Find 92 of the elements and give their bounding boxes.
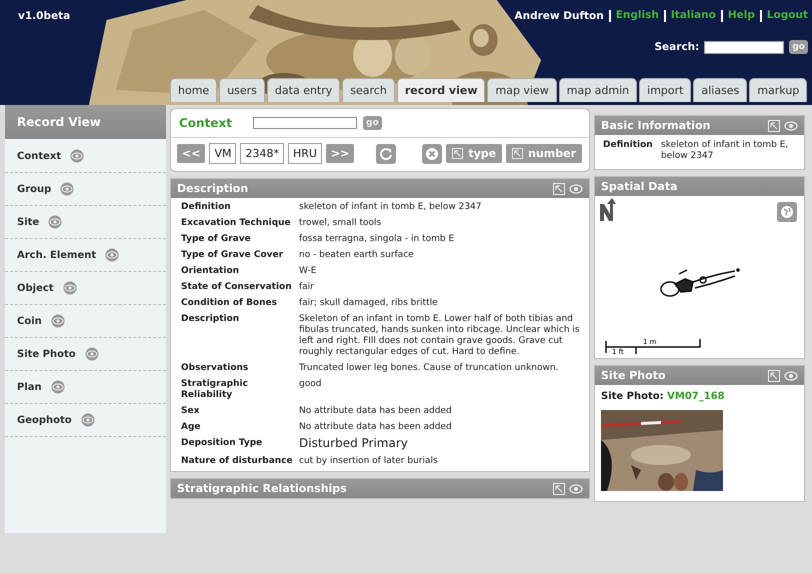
eye-icon[interactable]: [70, 149, 84, 163]
field-label: Condition of Bones: [181, 298, 278, 309]
code-field[interactable]: 2348*: [240, 143, 284, 164]
context-title: Context: [179, 116, 233, 130]
nav-tab[interactable]: map view: [487, 78, 557, 102]
nav-tab[interactable]: markup: [749, 78, 808, 102]
edit-icon[interactable]: [553, 482, 565, 494]
field-value: fossa terragna, singola - in tomb E: [299, 234, 456, 245]
eye-icon[interactable]: [60, 182, 74, 196]
sidebar-item[interactable]: Site: [17, 216, 40, 228]
edit-icon: [512, 148, 524, 159]
field-label: Deposition Type: [181, 438, 264, 450]
field-label: Definition: [181, 202, 232, 213]
eye-icon[interactable]: [784, 370, 798, 380]
nav-tab[interactable]: map admin: [558, 78, 638, 102]
field-value: cut by insertion of later burials: [299, 456, 439, 467]
header-link[interactable]: Italiano: [664, 10, 716, 22]
eye-icon[interactable]: [48, 215, 62, 229]
field-label: Description: [181, 314, 240, 326]
panel-title: Spatial Data: [601, 180, 678, 193]
panel-title: Stratigraphic Relationships: [177, 482, 347, 495]
field-label: Nature of disturbance: [181, 456, 293, 467]
search-label: Search:: [654, 41, 700, 53]
sidebar-item[interactable]: Context: [17, 150, 62, 162]
eye-icon[interactable]: [784, 120, 798, 130]
field-value: fair: [299, 282, 315, 293]
field-value: No attribute data has been added: [299, 422, 453, 433]
header-link[interactable]: Help: [720, 10, 755, 22]
panel-title: Description: [177, 182, 248, 195]
nav-tab[interactable]: aliases: [693, 78, 748, 102]
field-value: No attribute data has been added: [299, 406, 453, 417]
field-value: no - beaten earth surface: [299, 250, 415, 261]
header-link[interactable]: English: [608, 10, 659, 22]
field-value: Skeleton of an infant in tomb E. Lower half of both tibias and fibulas truncated, hands sunken into ribcage. Unclear which is left and right. FIll does not contain grave goods. Grave cut roughly rectangular edges of cut. Hard to define.: [299, 314, 581, 358]
eye-icon[interactable]: [80, 413, 95, 427]
user-name: Andrew Dufton: [514, 10, 604, 22]
field-label: Type of Grave Cover: [181, 250, 284, 261]
eye-icon[interactable]: [569, 484, 583, 494]
edit-icon[interactable]: [768, 370, 780, 382]
eye-icon[interactable]: [84, 347, 99, 361]
eye-icon[interactable]: [50, 380, 65, 394]
photo-label: Site Photo:: [601, 391, 664, 402]
sidebar-item[interactable]: Group: [17, 184, 52, 194]
refresh-icon[interactable]: [376, 144, 396, 164]
context-field[interactable]: [253, 117, 357, 129]
field-label: Definition: [603, 140, 654, 152]
nav-tab[interactable]: data entry: [266, 78, 340, 102]
eye-icon[interactable]: [50, 314, 65, 328]
sidebar-item[interactable]: Object: [17, 282, 54, 294]
field-value[interactable]: Disturbed Primary: [299, 436, 581, 451]
field-label: Excavation Technique: [181, 218, 292, 229]
field-label: Observations: [181, 363, 250, 374]
search-field[interactable]: [704, 40, 784, 54]
code-field[interactable]: HRU: [288, 143, 322, 164]
version-label: v1.0beta: [18, 10, 70, 22]
sidebar-item[interactable]: Geophoto: [17, 414, 72, 426]
sidebar-item[interactable]: Plan: [17, 382, 42, 392]
eye-icon[interactable]: [105, 248, 120, 262]
nav-tab[interactable]: home: [170, 78, 218, 102]
nav-tab[interactable]: search: [342, 78, 395, 102]
field-value: skeleton of infant in tomb E, below 2347: [661, 140, 790, 162]
field-label: Sex: [181, 406, 200, 417]
edit-icon[interactable]: [768, 120, 780, 132]
field-label: Type of Grave: [181, 234, 252, 245]
photo-link[interactable]: VM07_168: [667, 391, 725, 402]
field-value: trowel, small tools: [299, 218, 382, 229]
field-label: State of Conservation: [181, 282, 293, 293]
edit-icon: [452, 148, 464, 159]
field-value: fair; skull damaged, ribs brittle: [299, 298, 439, 309]
nav-tab[interactable]: record view: [396, 78, 486, 102]
panel-title: Basic Information: [601, 119, 710, 132]
edit-icon[interactable]: [553, 182, 565, 194]
nav-tab[interactable]: users: [219, 78, 265, 102]
field-value: W-E: [299, 266, 318, 277]
field-label: Age: [181, 422, 202, 433]
nav-tab[interactable]: import: [639, 78, 692, 102]
code-field[interactable]: VM: [209, 143, 236, 164]
eye-icon[interactable]: [569, 184, 583, 194]
field-value: Truncated lower leg bones. Cause of truncation unknown.: [299, 363, 560, 374]
north-arrow-icon: [600, 198, 616, 221]
sidebar-item[interactable]: Site Photo: [17, 348, 76, 360]
field-label: Orientation: [181, 266, 240, 277]
eye-icon[interactable]: [62, 281, 77, 295]
panel-title: Site Photo: [601, 369, 666, 382]
sidebar-item[interactable]: Coin: [17, 316, 42, 326]
header-link[interactable]: Logout: [760, 10, 808, 22]
clear-icon[interactable]: [422, 144, 442, 164]
field-value: good: [299, 379, 322, 391]
field-value: skeleton of infant in tomb E, below 2347: [299, 202, 483, 213]
field-label: Stratigraphic Reliability: [181, 379, 249, 401]
sidebar-item[interactable]: Arch. Element: [17, 250, 96, 260]
sidebar-title: Record View: [5, 105, 166, 139]
